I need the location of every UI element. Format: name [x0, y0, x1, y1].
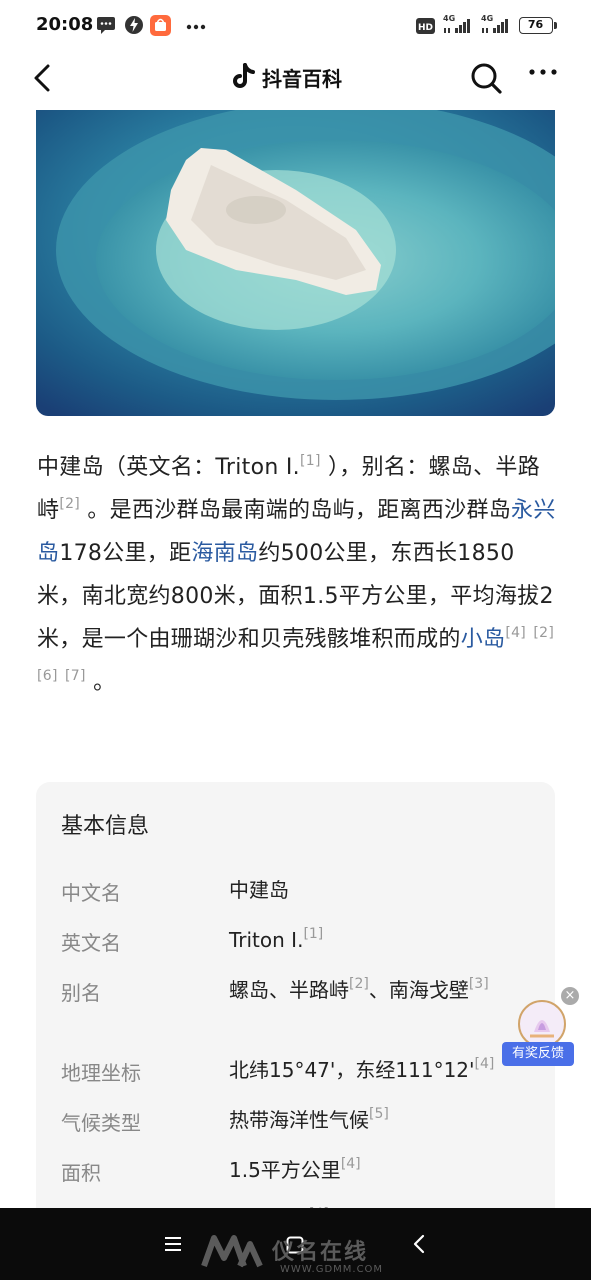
- menu-icon[interactable]: [164, 1236, 182, 1252]
- info-value-text: 螺岛、半路峙: [229, 978, 349, 1002]
- info-value-text: 、南海戈壁: [368, 978, 469, 1002]
- top-nav: 抖音百科: [0, 50, 591, 106]
- more-status-icon: [186, 24, 206, 30]
- article-intro: 中建岛（英文名：Triton I.[1] ），别名：螺岛、半路峙[2] 。是西沙…: [37, 446, 557, 704]
- battery-icon: 76: [519, 17, 553, 34]
- watermark-logo-icon: [201, 1235, 263, 1268]
- watermark-text: 仪名在线: [272, 1240, 369, 1265]
- citation-ref[interactable]: [2]: [533, 625, 554, 641]
- citation-ref[interactable]: [3]: [469, 976, 489, 992]
- message-icon: [97, 17, 115, 34]
- citation-ref[interactable]: [1]: [303, 926, 323, 942]
- info-value-text: 1.5平方公里: [229, 1158, 341, 1182]
- douyin-logo-icon: [233, 63, 255, 88]
- info-value: 螺岛、半路峙[2]、南海戈壁[3]: [229, 976, 534, 1003]
- info-value: 中建岛: [229, 877, 534, 903]
- intro-text: 。是西沙群岛最南端的岛屿，距离西沙群岛: [87, 498, 512, 523]
- back-nav-icon[interactable]: [412, 1234, 426, 1254]
- intro-text: 。: [93, 670, 116, 695]
- search-icon[interactable]: [468, 60, 504, 96]
- citation-ref[interactable]: [5]: [369, 1106, 389, 1122]
- info-value-text: 热带海洋性气候: [229, 1108, 369, 1132]
- signal-icon-2: [482, 19, 508, 33]
- intro-text: 178公里，距: [59, 541, 192, 566]
- article-link[interactable]: 小岛: [461, 627, 506, 652]
- feedback-close-button[interactable]: ×: [561, 987, 579, 1005]
- citation-ref[interactable]: [2]: [59, 496, 80, 512]
- info-label: 气候类型: [61, 1111, 141, 1135]
- status-time: 20:08: [36, 14, 94, 35]
- hd-icon: HD: [416, 18, 435, 34]
- citation-ref[interactable]: [4]: [475, 1056, 495, 1072]
- info-value: 热带海洋性气候[5]: [229, 1106, 534, 1133]
- info-label: 英文名: [61, 931, 121, 955]
- basic-info-card: 基本信息 中文名 中建岛英文名 Triton I.[1] 别名 螺岛、半路峙[2]、南海…: [36, 782, 555, 1242]
- citation-ref[interactable]: [4]: [505, 625, 526, 641]
- info-value: 北纬15°47'，东经111°12'[4]: [229, 1056, 534, 1083]
- info-label: 地理坐标: [61, 1061, 141, 1085]
- signal-icon-1: [444, 19, 470, 33]
- more-options-icon[interactable]: [528, 68, 558, 76]
- citation-ref[interactable]: [7]: [65, 668, 86, 684]
- battery-tip: [554, 22, 557, 29]
- svg-text:HD: HD: [418, 23, 433, 33]
- citation-ref[interactable]: [1]: [300, 453, 321, 469]
- info-label: 别名: [61, 981, 101, 1005]
- island-aerial-image[interactable]: [36, 110, 555, 416]
- feedback-label[interactable]: 有奖反馈: [502, 1042, 574, 1066]
- article-link[interactable]: 海南岛: [191, 541, 258, 566]
- info-value: Triton I.[1]: [229, 926, 534, 953]
- citation-ref[interactable]: [6]: [37, 668, 58, 684]
- info-value-text: 中建岛: [229, 878, 289, 902]
- feedback-widget[interactable]: × 有奖反馈: [500, 986, 582, 1068]
- shopping-bag-icon: [150, 15, 171, 36]
- info-value: 1.5平方公里[4]: [229, 1156, 534, 1183]
- citation-ref[interactable]: [2]: [349, 976, 369, 992]
- info-label: 中文名: [61, 881, 121, 905]
- intro-text: 中建岛（英文名：Triton I.: [37, 455, 300, 480]
- info-value-text: 北纬15°47'，东经111°12': [229, 1058, 475, 1082]
- watermark-url: WWW.GDMM.COM: [280, 1264, 384, 1275]
- app-title: 抖音百科: [262, 66, 342, 91]
- lightning-icon: [125, 16, 143, 34]
- app-brand: 抖音百科: [230, 62, 342, 92]
- card-title: 基本信息: [61, 814, 150, 839]
- info-value-text: Triton I.: [229, 928, 304, 952]
- info-label: 面积: [61, 1161, 101, 1185]
- back-arrow-icon[interactable]: [28, 60, 58, 96]
- battery-level: 76: [527, 18, 544, 31]
- citation-ref[interactable]: [4]: [341, 1156, 361, 1172]
- island-photo: [36, 110, 555, 416]
- status-bar: 20:08 HD 4G 4G 76: [0, 0, 591, 54]
- feedback-avatar-icon: [518, 1000, 566, 1048]
- system-nav-bar: 仪名在线 WWW.GDMM.COM: [0, 1208, 591, 1280]
